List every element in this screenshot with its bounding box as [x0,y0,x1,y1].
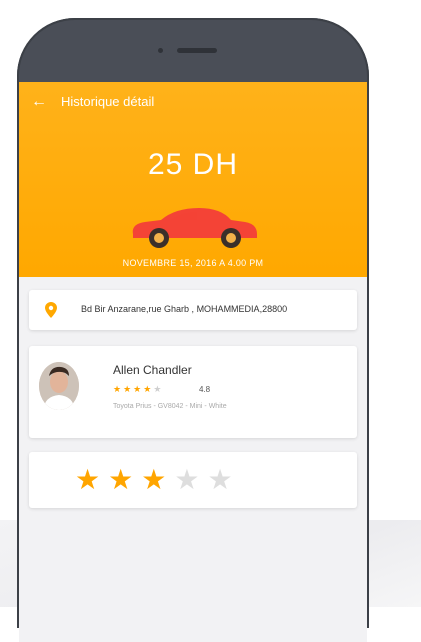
trip-price: 25 DH [147,148,239,181]
driver-stars: ★★★★★ [113,384,163,395]
address-card: Bd Bir Anzarane,rue Gharb , MOHAMMEDIA,2… [29,290,357,330]
earpiece-speaker [177,48,217,53]
star-icon[interactable]: ★ [108,464,141,495]
star-icon[interactable]: ★ [75,464,108,495]
trip-date: NOVEMBRE 15, 2016 A 4.00 PM [122,258,264,268]
star-empty-icon[interactable]: ★ [207,464,240,495]
star-icon: ★ [133,384,144,394]
front-camera [158,48,163,53]
rating-stars[interactable]: ★★★★★ [75,464,241,496]
trip-rating-card: ★★★★★ [29,452,357,508]
phone-frame: ← Historique détail 25 DH NOVEMBRE 15, 2… [17,18,369,642]
address-text: Bd Bir Anzarane,rue Gharb , MOHAMMEDIA,2… [81,304,288,314]
header: ← Historique détail 25 DH NOVEMBRE 15, 2… [19,82,367,277]
star-icon: ★ [143,384,154,394]
vehicle-details: Toyota Prius - GV8042 - Mini - White [113,403,227,410]
arrow-left-icon[interactable]: ← [31,92,47,112]
driver-avatar [39,362,79,410]
star-icon: ★ [123,384,134,394]
location-pin-icon [45,302,57,318]
star-icon[interactable]: ★ [141,464,174,495]
car-icon [132,208,257,248]
driver-rating-value: 4.8 [199,385,211,394]
star-icon: ★ [113,384,124,394]
star-empty-icon[interactable]: ★ [174,464,207,495]
driver-card[interactable]: Allen Chandler ★★★★★ 4.8 Toyota Prius - … [29,346,357,438]
app-screen: ← Historique détail 25 DH NOVEMBRE 15, 2… [19,82,367,642]
star-empty-icon: ★ [153,384,164,394]
driver-name: Allen Chandler [113,363,192,377]
page-title: Historique détail [61,94,155,109]
